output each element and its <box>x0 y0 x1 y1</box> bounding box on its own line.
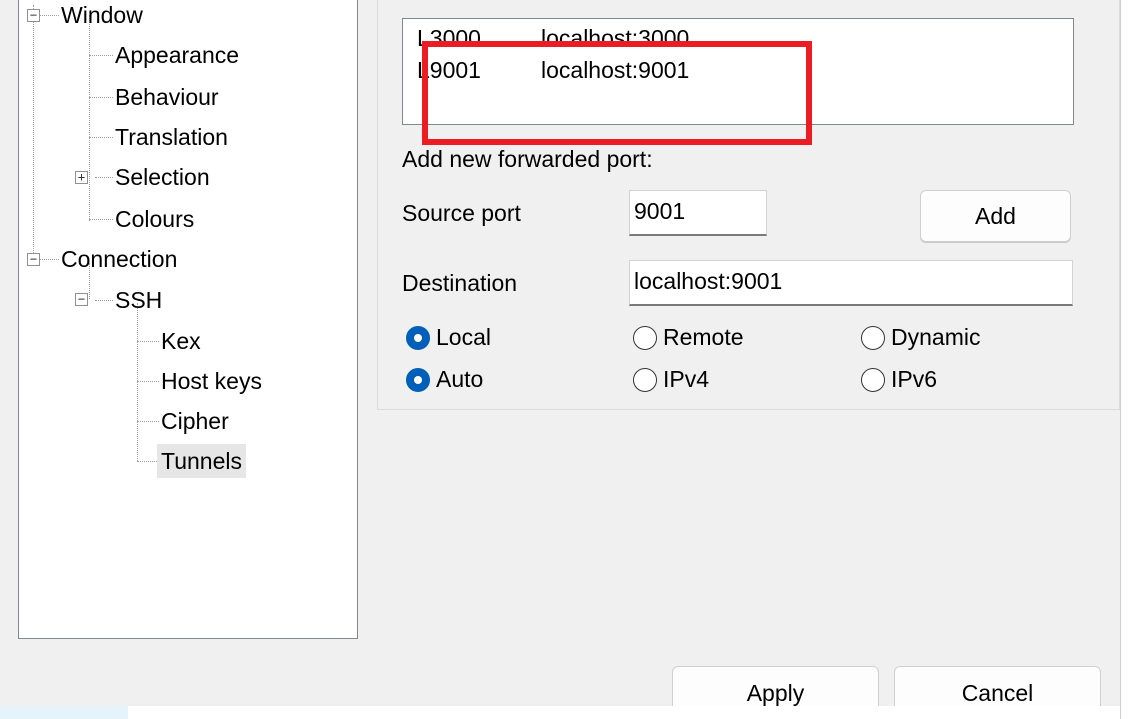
source-port-label: Source port <box>402 200 521 226</box>
tree-item-label: Selection <box>115 164 210 190</box>
tree-item-connection[interactable]: Connection <box>57 242 181 276</box>
selection-expand-icon[interactable]: + <box>75 171 88 184</box>
tree-branch <box>89 55 113 56</box>
source-port-input[interactable]: 9001 <box>629 190 767 236</box>
tree-item-label: SSH <box>115 287 163 313</box>
radio-remote[interactable]: Remote <box>633 324 744 351</box>
radio-ipv4[interactable]: IPv4 <box>633 366 709 393</box>
window-collapse-icon[interactable]: − <box>27 9 40 22</box>
radio-remote-label: Remote <box>663 324 744 350</box>
tree-guide-ssh <box>137 303 138 461</box>
radio-auto-selected-icon <box>406 367 430 392</box>
add-button[interactable]: Add <box>920 190 1071 242</box>
add-new-port-label: Add new forwarded port: <box>402 146 653 172</box>
radio-remote-icon <box>633 325 657 350</box>
tree-branch <box>39 259 59 260</box>
tree-item-label: Window <box>61 2 143 28</box>
tree-branch <box>89 219 113 220</box>
tree-item-tunnels[interactable]: Tunnels <box>157 444 246 478</box>
putty-configuration-window: − + − − Window Appearance Behaviour Tran… <box>0 0 1120 719</box>
window-edge <box>1120 0 1132 719</box>
tree-item-label: Appearance <box>115 42 240 68</box>
radio-auto[interactable]: Auto <box>406 366 483 393</box>
destination-input[interactable]: localhost:9001 <box>629 260 1073 306</box>
red-highlight-annotation <box>422 41 812 145</box>
radio-local-label: Local <box>436 324 491 350</box>
tree-branch <box>137 461 159 462</box>
tree-item-colours[interactable]: Colours <box>111 202 198 236</box>
tree-item-appearance[interactable]: Appearance <box>111 38 243 72</box>
tree-branch <box>89 97 113 98</box>
tree-branch <box>137 381 159 382</box>
tree-item-translation[interactable]: Translation <box>111 120 232 154</box>
radio-local-selected-icon <box>406 325 430 350</box>
radio-auto-label: Auto <box>436 366 484 392</box>
radio-ipv6[interactable]: IPv6 <box>861 366 937 393</box>
tree-branch <box>89 137 113 138</box>
radio-ipv6-icon <box>861 367 885 392</box>
tree-item-label: Host keys <box>161 368 262 394</box>
tree-item-label: Tunnels <box>161 448 242 474</box>
tree-item-cipher[interactable]: Cipher <box>157 404 233 438</box>
tree-item-behaviour[interactable]: Behaviour <box>111 80 223 114</box>
category-tree[interactable]: − + − − Window Appearance Behaviour Tran… <box>18 0 358 639</box>
radio-local[interactable]: Local <box>406 324 491 351</box>
tree-item-label: Cipher <box>161 408 229 434</box>
taskbar-highlight <box>0 706 128 719</box>
tree-item-label: Translation <box>115 124 228 150</box>
tree-guide-window <box>89 15 90 221</box>
tree-item-selection[interactable]: Selection <box>111 160 214 194</box>
tree-item-kex[interactable]: Kex <box>157 324 205 358</box>
radio-dynamic[interactable]: Dynamic <box>861 324 980 351</box>
tree-item-window[interactable]: Window <box>57 0 147 32</box>
tree-item-label: Colours <box>115 206 195 232</box>
tree-item-ssh[interactable]: SSH <box>111 283 166 317</box>
tree-item-label: Connection <box>61 246 178 272</box>
connection-collapse-icon[interactable]: − <box>27 253 40 266</box>
tree-branch <box>137 421 159 422</box>
radio-ipv4-icon <box>633 367 657 392</box>
taskbar-strip <box>0 706 1120 719</box>
tree-guide-root <box>33 5 34 255</box>
ssh-collapse-icon[interactable]: − <box>75 293 88 306</box>
radio-dynamic-icon <box>861 325 885 350</box>
radio-dynamic-label: Dynamic <box>891 324 981 350</box>
radio-ipv6-label: IPv6 <box>891 366 938 392</box>
destination-label: Destination <box>402 270 518 296</box>
tree-item-label: Behaviour <box>115 84 219 110</box>
tree-item-label: Kex <box>161 328 201 354</box>
tree-branch <box>39 15 59 16</box>
tree-branch <box>137 341 159 342</box>
radio-ipv4-label: IPv4 <box>663 366 710 392</box>
tree-item-host-keys[interactable]: Host keys <box>157 364 266 398</box>
